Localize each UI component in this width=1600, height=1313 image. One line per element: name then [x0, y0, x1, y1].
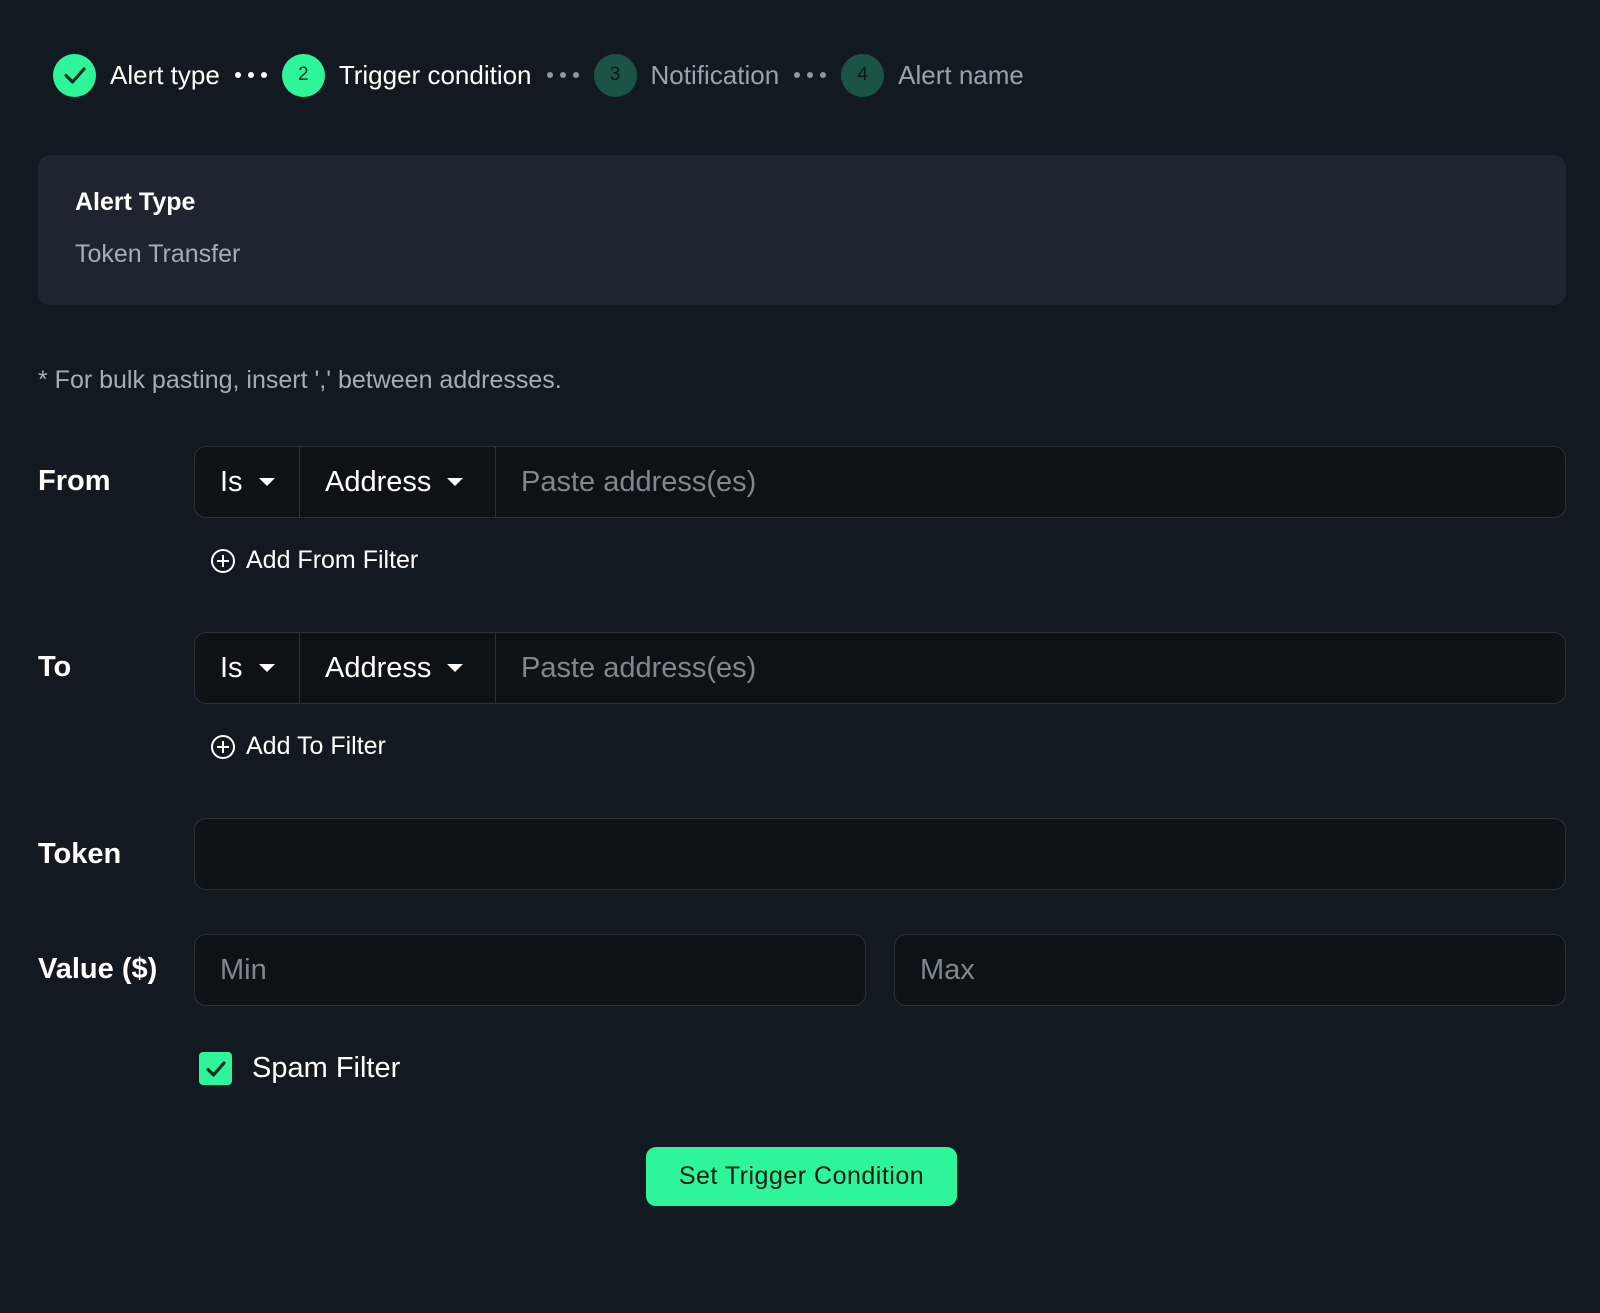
- plus-circle-icon: [211, 548, 235, 573]
- step-label: Trigger condition: [338, 59, 532, 90]
- alert-type-value: Token Transfer: [75, 240, 241, 268]
- step-alert-type[interactable]: Alert type: [53, 53, 220, 97]
- caret-down-icon: [258, 478, 275, 486]
- step-label: Notification: [650, 59, 780, 90]
- token-field: [194, 818, 1566, 890]
- to-label: To: [38, 651, 72, 683]
- to-field-select[interactable]: Address: [300, 633, 496, 703]
- to-operator-select[interactable]: Is: [195, 633, 300, 703]
- step-trigger-condition[interactable]: 2 Trigger condition: [281, 53, 532, 97]
- stepper: Alert type 2 Trigger condition 3 Notific…: [53, 53, 1024, 97]
- from-operator-select[interactable]: Is: [195, 447, 300, 517]
- from-field-value: Address: [325, 465, 432, 498]
- step-number: 2: [281, 53, 325, 97]
- caret-down-icon: [447, 664, 464, 672]
- add-from-filter-button[interactable]: Add From Filter: [211, 546, 418, 575]
- step-separator: [794, 72, 827, 78]
- add-to-filter-button[interactable]: Add To Filter: [211, 732, 386, 761]
- alert-type-title: Alert Type: [75, 188, 196, 216]
- to-input-group: Is Address: [194, 632, 1566, 704]
- alert-type-card: Alert Type Token Transfer: [38, 155, 1566, 305]
- step-label: Alert type: [110, 59, 220, 90]
- value-min-field: [194, 934, 866, 1006]
- step-number: 3: [593, 53, 637, 97]
- token-input[interactable]: [195, 819, 1565, 889]
- from-field-select[interactable]: Address: [300, 447, 496, 517]
- step-label: Alert name: [898, 59, 1024, 90]
- to-operator-value: Is: [220, 651, 243, 684]
- from-input-group: Is Address: [194, 446, 1566, 518]
- add-from-filter-label: Add From Filter: [246, 546, 419, 574]
- plus-circle-icon: [211, 734, 235, 759]
- token-label: Token: [38, 838, 122, 870]
- step-number: 4: [841, 53, 885, 97]
- from-operator-value: Is: [220, 465, 243, 498]
- check-icon: [205, 1060, 226, 1077]
- spam-filter-label: Spam Filter: [252, 1052, 401, 1084]
- step-alert-name[interactable]: 4 Alert name: [841, 53, 1024, 97]
- value-max-input[interactable]: [895, 935, 1565, 1005]
- step-separator: [234, 72, 267, 78]
- from-address-input[interactable]: [496, 447, 1565, 517]
- from-label: From: [38, 465, 111, 497]
- step-separator: [546, 72, 579, 78]
- caret-down-icon: [447, 478, 464, 486]
- caret-down-icon: [258, 664, 275, 672]
- add-to-filter-label: Add To Filter: [246, 732, 386, 760]
- value-min-input[interactable]: [195, 935, 865, 1005]
- to-address-input[interactable]: [496, 633, 1565, 703]
- spam-filter-checkbox-row[interactable]: Spam Filter: [199, 1052, 400, 1085]
- set-trigger-condition-button[interactable]: Set Trigger Condition: [646, 1147, 957, 1206]
- bulk-paste-hint: * For bulk pasting, insert ',' between a…: [38, 366, 562, 394]
- value-label: Value ($): [38, 953, 158, 985]
- spam-filter-checkbox[interactable]: [199, 1052, 232, 1085]
- to-field-value: Address: [325, 651, 432, 684]
- step-notification[interactable]: 3 Notification: [593, 53, 780, 97]
- value-max-field: [894, 934, 1566, 1006]
- check-icon: [53, 53, 96, 97]
